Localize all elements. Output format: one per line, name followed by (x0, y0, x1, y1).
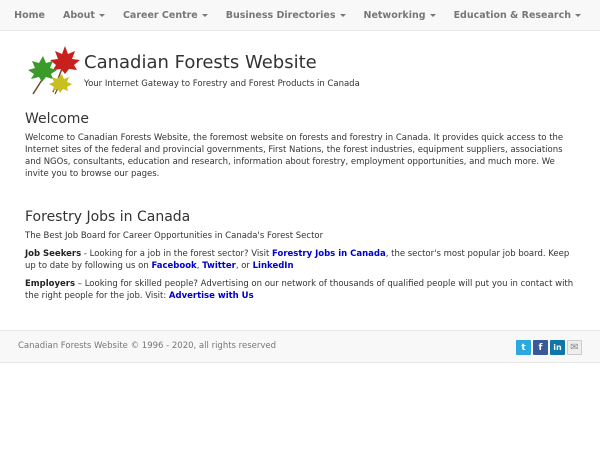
job-seekers-paragraph: Job Seekers - Looking for a job in the f… (25, 248, 580, 272)
top-navbar: Home About Career Centre Business Direct… (0, 0, 600, 31)
caret-down-icon (98, 14, 105, 17)
nav-home-label: Home (14, 10, 45, 21)
site-tagline: Your Internet Gateway to Forestry and Fo… (84, 79, 360, 89)
nav-business-directories[interactable]: Business Directories (217, 0, 355, 31)
jobs-subheading: The Best Job Board for Career Opportunit… (25, 231, 324, 241)
linkedin-link[interactable]: LinkedIn (253, 261, 294, 271)
welcome-heading: Welcome (25, 111, 90, 127)
employers-label: Employers (25, 279, 76, 289)
site-title: Canadian Forests Website (84, 52, 317, 73)
nav-education-research-label: Education & Research (453, 10, 571, 21)
twitter-icon[interactable]: t (516, 340, 531, 355)
footer: Canadian Forests Website © 1996 - 2020, … (0, 330, 600, 363)
copyright-text: Canadian Forests Website © 1996 - 2020, … (18, 341, 277, 351)
job-seekers-label: Job Seekers (25, 249, 82, 259)
separator-2: , or (235, 261, 253, 271)
job-seekers-text-1: - Looking for a job in the forest sector… (81, 249, 273, 259)
nav-about[interactable]: About (54, 0, 114, 31)
linkedin-icon[interactable]: in (550, 340, 565, 355)
caret-down-icon (201, 14, 208, 17)
caret-down-icon (429, 14, 436, 17)
twitter-link[interactable]: Twitter (202, 261, 236, 271)
jobs-heading: Forestry Jobs in Canada (25, 209, 191, 225)
welcome-text: Welcome to Canadian Forests Website, the… (25, 133, 564, 179)
nav-about-label: About (62, 10, 95, 21)
nav-career-centre-label: Career Centre (122, 10, 198, 21)
caret-down-icon (339, 14, 346, 17)
nav-business-directories-label: Business Directories (225, 10, 336, 21)
jobs-section: Forestry Jobs in Canada The Best Job Boa… (25, 209, 580, 302)
caret-down-icon (575, 14, 581, 17)
welcome-section: Welcome Welcome to Canadian Forests Webs… (25, 111, 580, 180)
nav-education-research[interactable]: Education & Research (445, 0, 590, 31)
forestry-jobs-link[interactable]: Forestry Jobs in Canada (272, 249, 386, 259)
social-icons: t f in ✉ (516, 340, 582, 355)
nav-networking-label: Networking (363, 10, 426, 21)
employers-text: – Looking for skilled people? Advertisin… (25, 279, 574, 301)
advertise-link[interactable]: Advertise with Us (169, 291, 254, 301)
maple-leaf-logo-icon[interactable] (25, 42, 83, 98)
facebook-icon[interactable]: f (533, 340, 548, 355)
nav-home[interactable]: Home (5, 0, 54, 31)
email-icon[interactable]: ✉ (567, 340, 582, 355)
facebook-link[interactable]: Facebook (151, 261, 196, 271)
nav-career-centre[interactable]: Career Centre (114, 0, 217, 31)
nav-networking[interactable]: Networking (355, 0, 445, 31)
nav-menu: Home About Career Centre Business Direct… (5, 0, 590, 31)
employers-paragraph: Employers – Looking for skilled people? … (25, 278, 580, 302)
